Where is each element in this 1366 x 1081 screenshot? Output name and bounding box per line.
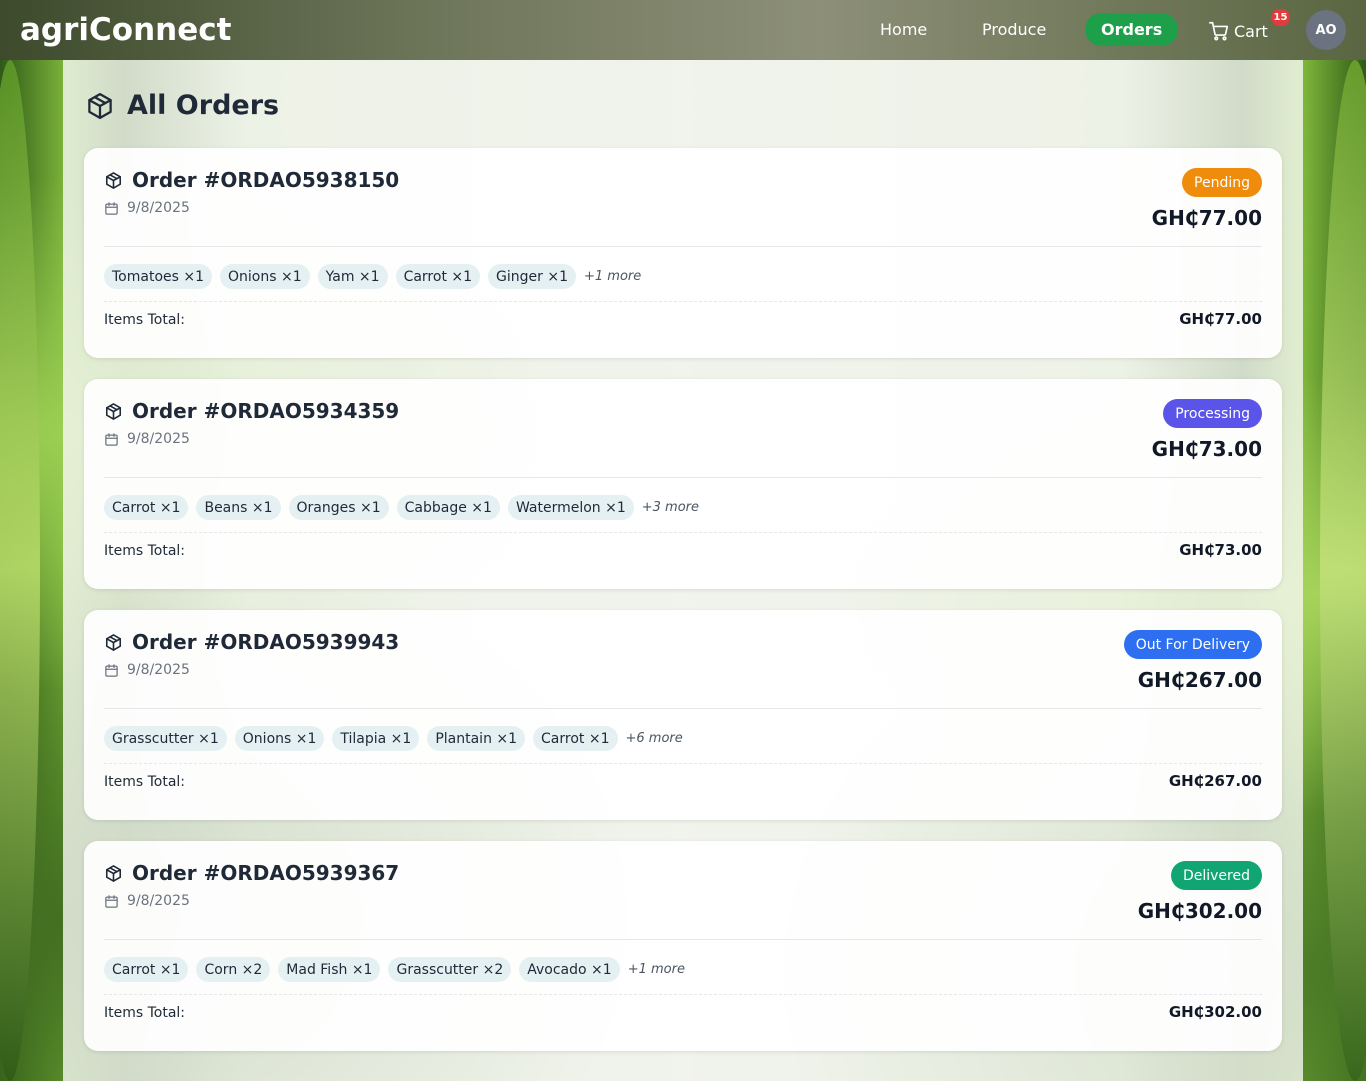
items-total-value: GH₵77.00	[1179, 310, 1262, 328]
divider	[104, 763, 1262, 764]
items-total-label: Items Total:	[104, 312, 186, 328]
order-total: GH₵267.00	[1137, 668, 1262, 692]
order-id: Order #ORDAO5939367	[104, 861, 399, 885]
order-id-text: Order #ORDAO5938150	[132, 168, 400, 192]
order-date-text: 9/8/2025	[127, 200, 190, 216]
divider	[104, 708, 1262, 709]
item-chips: Carrot ×1 Corn ×2 Mad Fish ×1 Grasscutte…	[104, 957, 685, 982]
item-chip: Plantain ×1	[427, 726, 526, 751]
item-chip: Carrot ×1	[395, 264, 481, 289]
status-badge: Delivered	[1170, 861, 1262, 890]
item-chip: Watermelon ×1	[507, 495, 634, 520]
item-chip: Avocado ×1	[519, 957, 620, 982]
status-badge: Out For Delivery	[1123, 630, 1262, 659]
calendar-icon	[104, 432, 119, 447]
order-id: Order #ORDAO5939943	[104, 630, 399, 654]
more-items-text: +6 more	[625, 731, 683, 746]
item-chip: Mad Fish ×1	[278, 957, 381, 982]
order-id: Order #ORDAO5938150	[104, 168, 399, 192]
order-id-text: Order #ORDAO5934359	[132, 399, 400, 423]
page-title-text: All Orders	[127, 90, 280, 121]
order-card[interactable]: Order #ORDAO5939943 9/8/2025 Out For Del…	[84, 610, 1282, 820]
item-chip: Carrot ×1	[533, 726, 618, 751]
box-icon	[104, 864, 123, 883]
top-navbar: agriConnect Home Produce Orders Cart 15 …	[0, 0, 1366, 60]
divider	[104, 532, 1262, 533]
order-date-text: 9/8/2025	[127, 662, 190, 678]
order-id-text: Order #ORDAO5939367	[132, 861, 400, 885]
calendar-icon	[104, 894, 119, 909]
more-items-text: +3 more	[641, 500, 700, 515]
item-chip: Grasscutter ×1	[104, 726, 227, 751]
nav-cart[interactable]: Cart	[1208, 13, 1268, 49]
order-total: GH₵302.00	[1137, 899, 1262, 923]
divider	[104, 477, 1262, 478]
order-card[interactable]: Order #ORDAO5939367 9/8/2025 Delivered G…	[84, 841, 1282, 1051]
order-date-text: 9/8/2025	[127, 431, 190, 447]
item-chip: Yam ×1	[317, 264, 388, 289]
box-icon	[85, 91, 115, 121]
items-total-label: Items Total:	[104, 774, 186, 790]
background-leaf	[1320, 60, 1366, 1081]
order-total: GH₵77.00	[1151, 206, 1262, 230]
nav-orders[interactable]: Orders	[1085, 13, 1179, 46]
status-badge: Pending	[1182, 168, 1262, 197]
item-chips: Grasscutter ×1 Onions ×1 Tilapia ×1 Plan…	[104, 726, 683, 751]
order-date: 9/8/2025	[104, 431, 190, 447]
items-total-label: Items Total:	[104, 543, 186, 559]
more-items-text: +1 more	[627, 962, 685, 977]
calendar-icon	[104, 663, 119, 678]
divider	[104, 939, 1262, 940]
order-card[interactable]: Order #ORDAO5934359 9/8/2025 Processing …	[84, 379, 1282, 589]
item-chip: Tilapia ×1	[332, 726, 420, 751]
order-date: 9/8/2025	[104, 200, 190, 216]
item-chip: Oranges ×1	[288, 495, 389, 520]
cart-label: Cart	[1234, 21, 1268, 41]
item-chip: Grasscutter ×2	[388, 957, 512, 982]
item-chip: Tomatoes ×1	[104, 264, 213, 289]
nav-home[interactable]: Home	[864, 13, 943, 46]
order-date: 9/8/2025	[104, 893, 190, 909]
order-date: 9/8/2025	[104, 662, 190, 678]
nav-produce[interactable]: Produce	[966, 13, 1062, 46]
page-title: All Orders	[85, 90, 279, 121]
items-total-label: Items Total:	[104, 1005, 186, 1021]
order-id-text: Order #ORDAO5939943	[132, 630, 400, 654]
box-icon	[104, 402, 123, 421]
divider	[104, 301, 1262, 302]
item-chip: Onions ×1	[234, 726, 325, 751]
status-badge: Processing	[1163, 399, 1262, 428]
item-chip: Carrot ×1	[104, 495, 189, 520]
order-card[interactable]: Order #ORDAO5938150 9/8/2025 Pending GH₵…	[84, 148, 1282, 358]
order-total: GH₵73.00	[1151, 437, 1262, 461]
cart-icon	[1208, 20, 1230, 42]
item-chip: Ginger ×1	[488, 264, 576, 289]
items-total-value: GH₵73.00	[1179, 541, 1262, 559]
order-date-text: 9/8/2025	[127, 893, 190, 909]
box-icon	[104, 633, 123, 652]
item-chip: Carrot ×1	[104, 957, 189, 982]
items-total-value: GH₵302.00	[1168, 1003, 1262, 1021]
brand-logo[interactable]: agriConnect	[20, 12, 231, 48]
items-total-value: GH₵267.00	[1168, 772, 1262, 790]
cart-count-badge: 15	[1271, 9, 1290, 26]
more-items-text: +1 more	[584, 269, 642, 284]
background-leaf	[0, 60, 40, 1081]
divider	[104, 994, 1262, 995]
divider	[104, 246, 1262, 247]
calendar-icon	[104, 201, 119, 216]
item-chips: Tomatoes ×1 Onions ×1 Yam ×1 Carrot ×1 G…	[104, 264, 641, 289]
user-avatar[interactable]: AO	[1306, 10, 1346, 50]
box-icon	[104, 171, 123, 190]
order-id: Order #ORDAO5934359	[104, 399, 399, 423]
item-chip: Onions ×1	[220, 264, 310, 289]
item-chips: Carrot ×1 Beans ×1 Oranges ×1 Cabbage ×1…	[104, 495, 699, 520]
item-chip: Beans ×1	[196, 495, 281, 520]
item-chip: Cabbage ×1	[396, 495, 500, 520]
item-chip: Corn ×2	[196, 957, 271, 982]
